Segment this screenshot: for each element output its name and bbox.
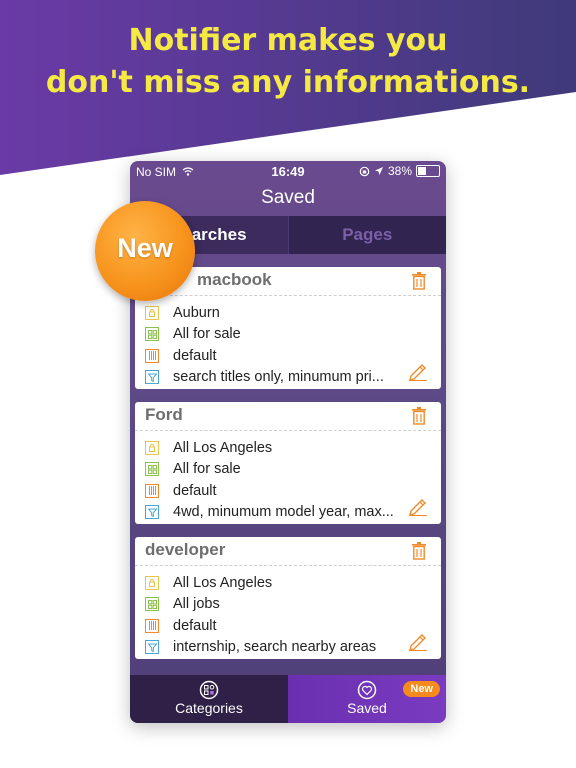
tab-categories-label: Categories [175, 700, 243, 716]
filter-icon [145, 505, 159, 520]
trash-icon[interactable] [411, 542, 427, 560]
new-badge-small: New [403, 681, 440, 697]
battery-percent: 38% [387, 164, 412, 178]
headline-line-2: don't miss any informations. [45, 65, 531, 100]
list-item: default [145, 345, 441, 367]
list-item: Auburn [145, 302, 441, 324]
filter-text: search titles only, minumum pri... [173, 369, 384, 386]
tab-saved[interactable]: Saved New [288, 675, 446, 723]
orientation-lock-icon [359, 166, 370, 176]
list-item: All jobs [145, 594, 441, 616]
headline: Notifier makes you don't miss any inform… [0, 20, 576, 104]
edit-pencil-icon[interactable] [407, 359, 429, 381]
status-indicators: 38% [359, 164, 440, 178]
source-text: default [173, 617, 217, 634]
trash-icon[interactable] [411, 272, 427, 290]
location-text: Auburn [173, 304, 220, 321]
source-text: default [173, 482, 217, 499]
list-item: All for sale [145, 324, 441, 346]
list-item: default [145, 480, 441, 502]
source-icon [145, 618, 159, 633]
list-item: 4wd, minumum model year, max... [145, 502, 441, 524]
source-icon [145, 483, 159, 498]
category-text: All for sale [173, 461, 241, 478]
card-header: developer [135, 537, 441, 566]
source-text: default [173, 347, 217, 364]
trash-icon[interactable] [411, 407, 427, 425]
category-text: All jobs [173, 596, 220, 613]
card-title: macbook [197, 270, 272, 289]
tab-pages[interactable]: Pages [287, 216, 446, 254]
location-text: All Los Angeles [173, 439, 273, 456]
category-text: All for sale [173, 326, 241, 343]
new-badge: New [95, 201, 195, 301]
nav-title: Saved [261, 187, 315, 208]
battery-icon [416, 165, 440, 177]
list-item: internship, search nearby areas [145, 637, 441, 659]
tab-categories[interactable]: Categories [130, 675, 288, 723]
filter-icon [145, 640, 159, 655]
list-item: search titles only, minumum pri... [145, 367, 441, 389]
edit-pencil-icon[interactable] [407, 629, 429, 651]
category-icon [145, 597, 159, 612]
list-item: All Los Angeles [145, 572, 441, 594]
card-header: Ford [135, 402, 441, 431]
status-bar: No SIM 16:49 38% [130, 161, 446, 183]
categories-icon [199, 680, 219, 700]
location-icon [145, 575, 159, 590]
source-icon [145, 348, 159, 363]
location-icon [145, 440, 159, 455]
heart-icon [357, 680, 377, 700]
filter-text: internship, search nearby areas [173, 639, 377, 656]
location-icon [145, 305, 159, 320]
category-icon [145, 462, 159, 477]
tab-bar: Categories Saved New [130, 675, 446, 723]
card-title: Ford [145, 405, 183, 424]
category-icon [145, 327, 159, 342]
tab-saved-label: Saved [347, 700, 387, 716]
filter-icon [145, 370, 159, 385]
list-item: All for sale [145, 459, 441, 481]
edit-pencil-icon[interactable] [407, 494, 429, 516]
filter-text: 4wd, minumum model year, max... [173, 504, 394, 521]
card-title: developer [145, 540, 226, 559]
saved-search-card[interactable]: Ford All Los Angeles All for sale defaul… [135, 402, 441, 524]
list-item: All Los Angeles [145, 437, 441, 459]
headline-line-1: Notifier makes you [128, 23, 448, 58]
new-badge-label: New [117, 233, 173, 263]
location-text: All Los Angeles [173, 574, 273, 591]
saved-search-card[interactable]: developer All Los Angeles All jobs defau… [135, 537, 441, 659]
list-item: default [145, 615, 441, 637]
location-arrow-icon [374, 167, 383, 175]
